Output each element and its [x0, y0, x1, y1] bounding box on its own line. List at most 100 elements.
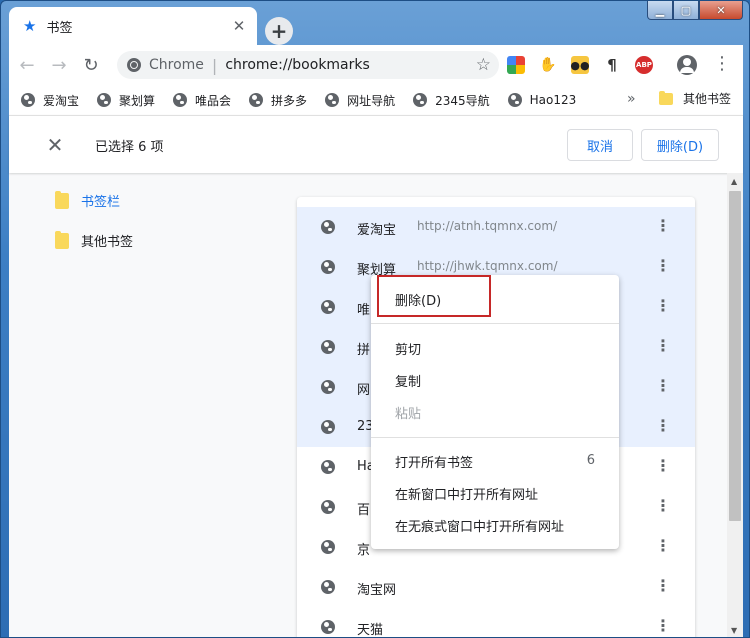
globe-icon [321, 220, 335, 234]
chrome-menu-icon[interactable]: ⋮ [713, 54, 731, 76]
more-vert-icon[interactable]: ⋮ [655, 217, 671, 237]
back-button[interactable]: ← [13, 51, 41, 79]
menu-item-cut[interactable]: 剪切 [371, 332, 619, 364]
menu-item-open-all[interactable]: 打开所有书签 6 [371, 445, 619, 477]
menu-item-paste: 粘贴 [395, 406, 422, 422]
maximize-button[interactable]: ▢ [673, 1, 699, 20]
sidebar-item-label: 其他书签 [81, 235, 134, 250]
globe-icon [321, 620, 335, 634]
menu-item-copy[interactable]: 复制 [371, 364, 619, 396]
clear-selection-icon[interactable]: ✕ [45, 135, 65, 155]
more-vert-icon[interactable]: ⋮ [655, 497, 671, 517]
bookmark-url: http://atnh.tqmnx.com/ [417, 219, 558, 233]
bookmark-title: 爱淘宝 [357, 223, 397, 238]
sidebar-item-label: 书签栏 [81, 195, 121, 210]
globe-icon [507, 93, 522, 107]
new-tab-button[interactable]: + [265, 17, 293, 45]
bookmark-bar-label: 拼多多 [271, 93, 308, 108]
bookmark-url: http://jhwk.tqmnx.com/ [417, 259, 558, 273]
extension-adblock-icon[interactable]: ABP [635, 56, 653, 74]
other-bookmarks-folder[interactable]: 其他书签 [659, 90, 731, 107]
bookmark-bar-item[interactable]: 拼多多 [249, 92, 307, 109]
globe-icon [249, 93, 264, 107]
more-vert-icon[interactable]: ⋮ [655, 617, 671, 637]
extension-tampermonkey-icon[interactable]: ●● [570, 56, 590, 74]
more-vert-icon[interactable]: ⋮ [655, 377, 671, 397]
scroll-down-icon[interactable]: ▼ [731, 626, 737, 635]
globe-icon [321, 300, 335, 314]
tab-close-icon[interactable]: ✕ [229, 16, 249, 36]
bookmark-bar-item[interactable]: Hao123 [507, 93, 577, 107]
selection-count: 已选择 6 项 [95, 140, 164, 155]
globe-icon [413, 93, 428, 107]
menu-item-open-incognito[interactable]: 在无痕式窗口中打开所有网址 [371, 509, 619, 541]
delete-button[interactable]: 删除(D) [641, 129, 719, 161]
more-vert-icon[interactable]: ⋮ [655, 417, 671, 437]
bookmark-bar-label: 爱淘宝 [43, 93, 80, 108]
other-bookmarks-label: 其他书签 [683, 92, 732, 106]
extension-hand-icon[interactable]: ✋ [539, 56, 557, 74]
scrollbar[interactable]: ▲ ▼ [727, 173, 743, 637]
bookmark-title: 唯 [357, 303, 371, 318]
bookmark-title: 淘宝网 [357, 583, 397, 598]
more-vert-icon[interactable]: ⋮ [655, 257, 671, 277]
chrome-icon [127, 58, 141, 72]
globe-icon [321, 580, 335, 594]
globe-icon [97, 93, 112, 107]
bookmark-bar-item[interactable]: 聚划算 [97, 92, 155, 109]
close-window-button[interactable]: ✕ [699, 1, 743, 20]
table-row[interactable]: 爱淘宝 http://atnh.tqmnx.com/ ⋮ [297, 207, 695, 247]
address-bar[interactable]: Chrome | chrome://bookmarks ☆ [117, 51, 499, 79]
bookmark-bar-item[interactable]: 爱淘宝 [21, 92, 79, 109]
menu-item-open-new-window[interactable]: 在新窗口中打开所有网址 [371, 477, 619, 509]
star-icon: ★ [23, 17, 37, 35]
bookmark-bar-item[interactable]: 唯品会 [173, 92, 231, 109]
cancel-button[interactable]: 取消 [567, 129, 633, 161]
globe-icon [321, 380, 335, 394]
tab-bookmarks[interactable]: ★ 书签 ✕ [9, 7, 257, 45]
bookmark-bar-item[interactable]: 2345导航 [413, 92, 490, 109]
minimize-button[interactable]: ▁ [647, 1, 673, 20]
scrollbar-thumb[interactable] [729, 191, 741, 521]
more-vert-icon[interactable]: ⋮ [655, 537, 671, 557]
omnibox-label: Chrome [149, 57, 204, 73]
bookmark-bar-label: 聚划算 [119, 93, 156, 108]
bookmarks-overflow-icon[interactable]: » [627, 91, 636, 107]
globe-icon [173, 93, 188, 107]
more-vert-icon[interactable]: ⋮ [655, 337, 671, 357]
browser-window: ▁ ▢ ✕ ★ 书签 ✕ + ← → ↻ Chrome | chrome://b… [0, 0, 750, 638]
globe-icon [321, 460, 335, 474]
globe-icon [321, 500, 335, 514]
reload-button[interactable]: ↻ [77, 51, 105, 79]
toolbar: ← → ↻ Chrome | chrome://bookmarks ☆ ✋ ●●… [9, 45, 743, 85]
bookmark-title: 网 [357, 383, 371, 398]
extension-colorful-icon[interactable] [507, 56, 525, 74]
menu-item-label: 打开所有书签 [395, 455, 474, 471]
bookmark-bar-label: 网址导航 [347, 93, 396, 108]
globe-icon [321, 340, 335, 354]
close-icon: ✕ [716, 3, 726, 17]
forward-button[interactable]: → [45, 51, 73, 79]
globe-icon [321, 420, 335, 434]
omnibox-url[interactable]: chrome://bookmarks [225, 57, 475, 73]
scroll-up-icon[interactable]: ▲ [731, 177, 737, 186]
more-vert-icon[interactable]: ⋮ [655, 297, 671, 317]
bookmark-bar-label: Hao123 [529, 93, 577, 107]
bookmark-title: 拼 [357, 343, 371, 358]
sidebar-item-bookmarks-bar[interactable]: 书签栏 [55, 190, 121, 210]
more-vert-icon[interactable]: ⋮ [655, 457, 671, 477]
more-vert-icon[interactable]: ⋮ [655, 577, 671, 597]
folder-icon [55, 190, 69, 209]
extension-pilcrow-icon[interactable]: ¶ [603, 56, 621, 74]
sidebar-item-other-bookmarks[interactable]: 其他书签 [55, 230, 134, 250]
table-row[interactable]: 淘宝网 ⋮ [297, 567, 695, 607]
bookmark-bar-item[interactable]: 网址导航 [325, 92, 395, 109]
bookmark-star-icon[interactable]: ☆ [476, 55, 491, 75]
menu-divider [371, 437, 619, 438]
bookmark-title: 天猫 [357, 623, 384, 638]
folder-icon [55, 230, 69, 249]
bookmark-title: 京 [357, 543, 371, 558]
profile-avatar-icon[interactable] [677, 55, 697, 75]
annotation-highlight-box [377, 275, 491, 317]
table-row[interactable]: 天猫 ⋮ [297, 607, 695, 638]
